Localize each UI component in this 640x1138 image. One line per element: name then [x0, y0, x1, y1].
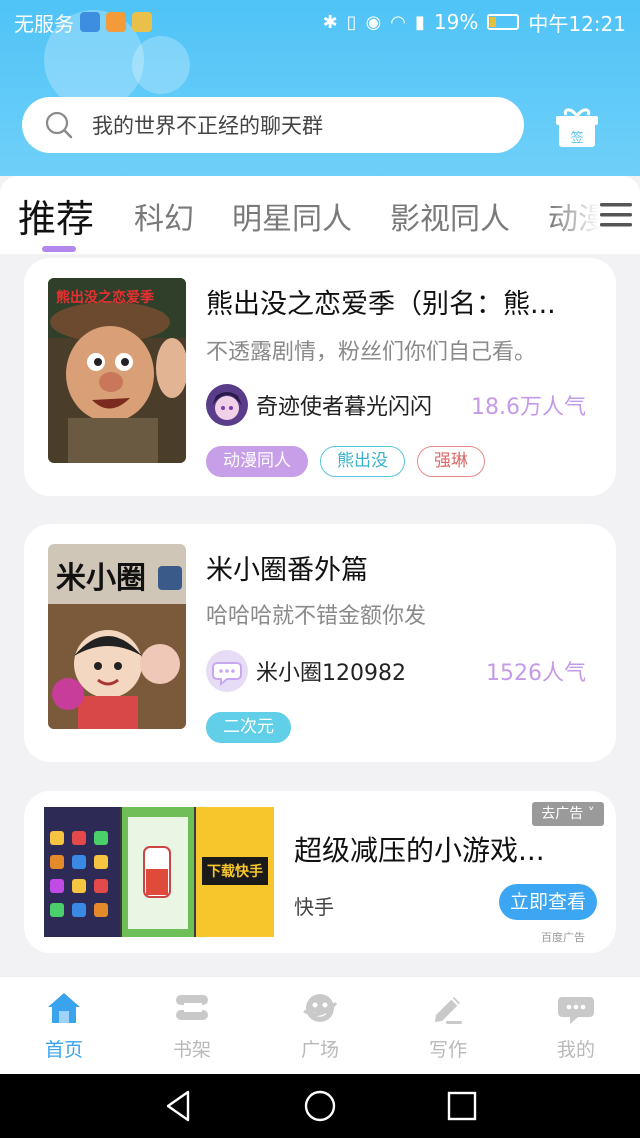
tab-scifi[interactable]: 科幻	[134, 194, 194, 238]
ad-view-button[interactable]: 立即查看	[499, 884, 597, 920]
battery-percent: 19%	[433, 10, 479, 34]
search-placeholder: 我的世界不正经的聊天群	[92, 114, 323, 138]
back-icon[interactable]	[160, 1088, 196, 1124]
clock-text: 中午12:21	[528, 11, 626, 36]
nav-square[interactable]: 广场	[256, 977, 384, 1075]
tag-chip[interactable]: 强琳	[417, 446, 485, 477]
carrier-text: 无服务	[14, 11, 74, 36]
wifi-icon: ◠	[390, 11, 406, 33]
ad-image-text: 下载快手	[207, 863, 263, 880]
home-circle-icon[interactable]	[302, 1088, 338, 1124]
nav-label: 我的	[556, 1039, 595, 1061]
ad-source: 快手	[294, 895, 334, 919]
nav-home[interactable]: 首页	[0, 977, 128, 1075]
tag-chip[interactable]: 二次元	[206, 712, 291, 743]
nav-mine[interactable]: 我的	[512, 977, 640, 1075]
author-name[interactable]: 奇迹使者暮光闪闪	[256, 389, 432, 421]
tag-list: 二次元	[206, 712, 291, 743]
gift-checkin-icon[interactable]: 签	[555, 107, 599, 149]
tag-chip[interactable]: 熊出没	[320, 446, 405, 477]
bluetooth-icon: ✱	[322, 11, 338, 33]
profile-chat-icon	[558, 997, 594, 1024]
nav-label: 写作	[428, 1039, 467, 1061]
home-icon	[48, 993, 80, 1023]
nav-label: 首页	[44, 1039, 83, 1061]
tag-chip[interactable]: 动漫同人	[206, 446, 308, 477]
ad-title[interactable]: 超级减压的小游戏...	[294, 829, 545, 869]
battery-icon	[487, 14, 520, 30]
search-icon	[45, 111, 73, 139]
bookshelf-icon	[176, 995, 208, 1020]
cover-title-text: 米小圈	[56, 561, 146, 596]
story-description: 哈哈哈就不错金额你发	[206, 604, 427, 629]
gift-label: 签	[570, 130, 583, 146]
story-card[interactable]: 熊出没之恋爱季 熊出没之恋爱季（别名：熊... 不透露剧情，粉丝们你们自己看。 …	[24, 258, 616, 496]
wallet-icon	[132, 12, 152, 32]
story-title[interactable]: 熊出没之恋爱季（别名：熊...	[206, 282, 586, 321]
popularity-count: 1526人气	[486, 661, 586, 686]
vibrate-icon: ▯	[346, 11, 357, 33]
bottom-navigation: 首页 书架 广场 写作 我的	[0, 976, 640, 1074]
category-tabs: 推荐 科幻 明星同人 影视同人 动漫	[0, 176, 640, 254]
remove-ad-button[interactable]: 去广告 ˅	[532, 802, 604, 826]
tab-menu-icon[interactable]	[598, 200, 634, 230]
story-title[interactable]: 米小圈番外篇	[206, 548, 586, 587]
author-name[interactable]: 米小圈120982	[256, 655, 406, 687]
remove-ad-label: 去广告	[541, 806, 584, 822]
tab-recommend[interactable]: 推荐	[18, 188, 94, 243]
chat-bubble-icon	[206, 650, 248, 692]
ad-card[interactable]: 下载快手 超级减压的小游戏... 快手 立即查看 去广告 ˅ 百度广告	[24, 791, 616, 953]
app-header: 无服务 ✱ ▯ ◉ ◠ ▮ 19% 中午12:21 我的世界不正经的聊天群 签	[0, 0, 640, 176]
tab-film-fanfic[interactable]: 影视同人	[390, 194, 510, 238]
tag-list: 动漫同人 熊出没 强琳	[206, 446, 485, 477]
ad-image[interactable]: 下载快手	[44, 807, 274, 937]
play-icon	[106, 12, 126, 32]
system-navigation-bar	[0, 1074, 640, 1138]
author-row: 奇迹使者暮光闪闪 18.6万人气	[206, 382, 586, 428]
tab-active-indicator	[42, 246, 76, 252]
story-description: 不透露剧情，粉丝们你们自己看。	[206, 340, 537, 365]
planet-icon	[303, 994, 338, 1022]
status-bar: 无服务 ✱ ▯ ◉ ◠ ▮ 19% 中午12:21	[0, 0, 640, 44]
sim-icon: ▮	[415, 11, 425, 33]
nav-bookshelf[interactable]: 书架	[128, 977, 256, 1075]
pencil-icon	[435, 997, 462, 1024]
story-cover: 熊出没之恋爱季	[48, 278, 186, 463]
recents-icon[interactable]	[444, 1088, 480, 1124]
cover-title-text: 熊出没之恋爱季	[56, 289, 154, 306]
ad-mark: 百度广告	[541, 931, 585, 944]
eye-icon: ◉	[365, 11, 382, 33]
shield-icon	[80, 12, 100, 32]
author-avatar[interactable]	[206, 384, 248, 426]
story-cover: 米小圈	[48, 544, 186, 729]
author-row: 米小圈120982 1526人气	[206, 648, 586, 694]
popularity-count: 18.6万人气	[471, 395, 586, 420]
nav-label: 广场	[300, 1039, 339, 1061]
chevron-down-icon: ˅	[583, 806, 595, 822]
story-card[interactable]: 米小圈 米小圈番外篇 哈哈哈就不错金额你发 米小圈120982 1526人气 二…	[24, 524, 616, 762]
nav-write[interactable]: 写作	[384, 977, 512, 1075]
author-avatar[interactable]	[206, 650, 248, 692]
decorative-bubble	[132, 36, 190, 94]
nav-label: 书架	[172, 1039, 211, 1061]
tab-celebrity-fanfic[interactable]: 明星同人	[232, 194, 352, 238]
search-bar[interactable]: 我的世界不正经的聊天群	[22, 97, 524, 153]
